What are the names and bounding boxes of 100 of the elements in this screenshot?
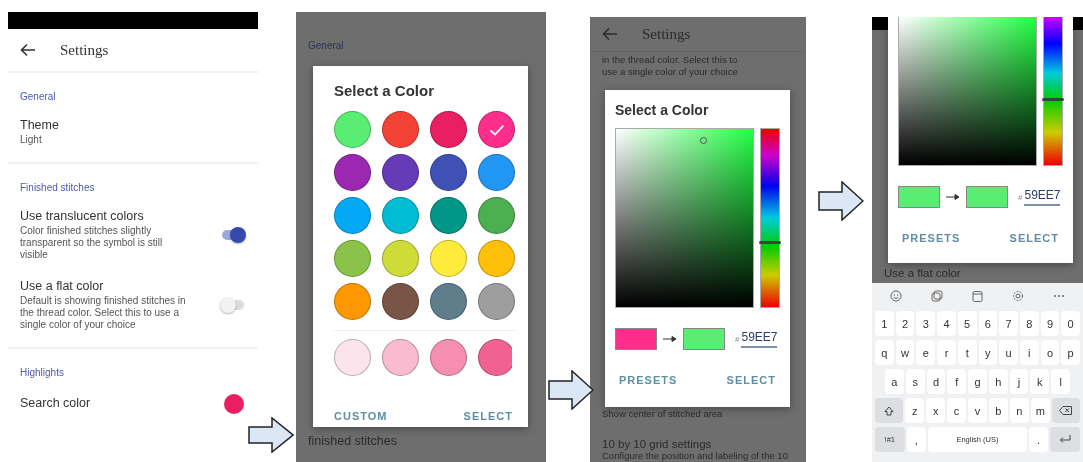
hue-slider[interactable] (1043, 17, 1063, 166)
hex-input-field[interactable]: 59EE7 (1024, 188, 1061, 206)
sticker-icon[interactable] (930, 290, 943, 302)
color-swatch[interactable] (478, 111, 515, 148)
color-swatch[interactable] (382, 197, 419, 234)
keyboard-key[interactable]: z (905, 398, 925, 423)
keyboard-key[interactable]: p (1061, 340, 1081, 365)
keyboard-key[interactable]: l (1051, 369, 1071, 394)
keyboard-key[interactable]: b (988, 398, 1008, 423)
hex-prefix: # (1018, 192, 1023, 202)
setting-title: Use translucent colors (20, 209, 145, 223)
keyboard-key[interactable]: s (905, 369, 925, 394)
keyboard-key[interactable]: v (968, 398, 987, 423)
color-swatch[interactable] (382, 240, 419, 277)
color-swatch[interactable] (430, 240, 467, 277)
keyboard-key[interactable]: y (978, 340, 998, 365)
keyboard-key[interactable]: a (885, 369, 904, 394)
dialog-button[interactable]: CUSTOM (334, 410, 388, 422)
keyboard-key[interactable]: x (926, 398, 946, 423)
keyboard-key[interactable]: 0 (1061, 311, 1081, 336)
hue-slider[interactable] (760, 128, 780, 308)
right-arrow-icon (663, 336, 677, 342)
color-swatch[interactable] (334, 111, 371, 148)
check-icon (488, 123, 505, 136)
color-swatch[interactable] (382, 154, 419, 191)
color-swatch[interactable] (334, 154, 371, 191)
shade-swatch[interactable] (382, 339, 419, 376)
keyboard-key[interactable]: w (895, 340, 915, 365)
keyboard-key[interactable]: i (1019, 340, 1039, 365)
keyboard-key[interactable]: r (937, 340, 956, 365)
color-swatch[interactable] (478, 283, 515, 320)
dialog-button[interactable]: PRESETS (619, 374, 678, 386)
setting-title: finished stitches (307, 434, 398, 450)
color-swatch[interactable] (430, 154, 467, 191)
keyboard-key[interactable]: f (947, 369, 967, 394)
keyboard-key[interactable]: , (906, 427, 927, 452)
section-header: General (307, 39, 345, 51)
app-bar-title: Settings (642, 25, 691, 43)
dialog-button[interactable]: PRESETS (902, 232, 961, 244)
shade-swatch[interactable] (334, 339, 371, 376)
keyboard-key[interactable]: . (1028, 427, 1049, 452)
color-swatch[interactable] (430, 111, 467, 148)
shade-swatch[interactable] (430, 339, 467, 376)
shade-swatch[interactable] (478, 339, 512, 376)
backspace-key[interactable] (1051, 398, 1081, 423)
keyboard-key[interactable]: o (1040, 340, 1060, 365)
dialog-title: Select a Color (615, 102, 710, 118)
color-swatch[interactable] (478, 240, 515, 277)
keyboard-key[interactable]: c (947, 398, 967, 423)
hue-slider-thumb[interactable] (759, 240, 781, 244)
keyboard-key[interactable]: h (988, 369, 1008, 394)
keyboard-key[interactable]: 7 (999, 311, 1018, 336)
keyboard-key[interactable]: q (875, 340, 894, 365)
more-icon[interactable] (1053, 294, 1066, 298)
color-dot[interactable] (224, 394, 244, 414)
keyboard-key[interactable]: m (1030, 398, 1050, 423)
back-arrow-icon[interactable] (20, 43, 36, 57)
saturation-value-area[interactable] (615, 128, 754, 308)
color-swatch[interactable] (334, 283, 371, 320)
dialog-button[interactable]: SELECT (463, 410, 513, 422)
keyboard-key[interactable]: 6 (978, 311, 998, 336)
block-arrow (248, 417, 294, 453)
saturation-value-area[interactable] (898, 17, 1037, 166)
toggle-switch[interactable] (222, 300, 244, 310)
smiley-icon[interactable] (889, 290, 902, 302)
setting-title: Use a flat color (20, 279, 105, 293)
dialog-button[interactable]: SELECT (726, 374, 776, 386)
setting-title: 10 by 10 grid settings (601, 438, 713, 450)
color-swatch[interactable] (334, 197, 371, 234)
keyboard-key[interactable]: 8 (1019, 311, 1039, 336)
keyboard-key[interactable]: 5 (957, 311, 977, 336)
setting-title: Search color (20, 396, 92, 410)
shift-key[interactable] (875, 398, 904, 423)
keyboard-key[interactable]: d (926, 369, 946, 394)
keyboard-key[interactable]: k (1030, 369, 1050, 394)
color-swatch[interactable] (478, 154, 515, 191)
hex-input-field[interactable]: 59EE7 (741, 330, 778, 348)
keyboard-key[interactable]: g (968, 369, 987, 394)
color-swatch[interactable] (382, 283, 419, 320)
keyboard-key[interactable]: j (1009, 369, 1029, 394)
keyboard-key[interactable]: 4 (937, 311, 956, 336)
keyboard-key[interactable]: e (916, 340, 936, 365)
keyboard-key[interactable]: n (1009, 398, 1029, 423)
dialog-button[interactable]: SELECT (1009, 232, 1059, 244)
hue-slider-thumb[interactable] (1042, 97, 1064, 101)
color-swatch[interactable] (334, 240, 371, 277)
clipboard-icon[interactable] (971, 290, 983, 302)
keyboard-key[interactable]: t (957, 340, 977, 365)
keyboard-key[interactable]: 1 (875, 311, 894, 336)
settings-icon[interactable] (1012, 290, 1025, 302)
enter-icon (1059, 435, 1072, 444)
keyboard-key[interactable]: 3 (916, 311, 936, 336)
color-swatch[interactable] (478, 197, 515, 234)
keyboard-key[interactable]: u (999, 340, 1018, 365)
keyboard-key[interactable]: 2 (895, 311, 915, 336)
color-swatch[interactable] (430, 283, 467, 320)
toggle-switch[interactable] (222, 230, 244, 240)
color-swatch[interactable] (430, 197, 467, 234)
keyboard-key[interactable]: 9 (1040, 311, 1060, 336)
color-swatch[interactable] (382, 111, 419, 148)
